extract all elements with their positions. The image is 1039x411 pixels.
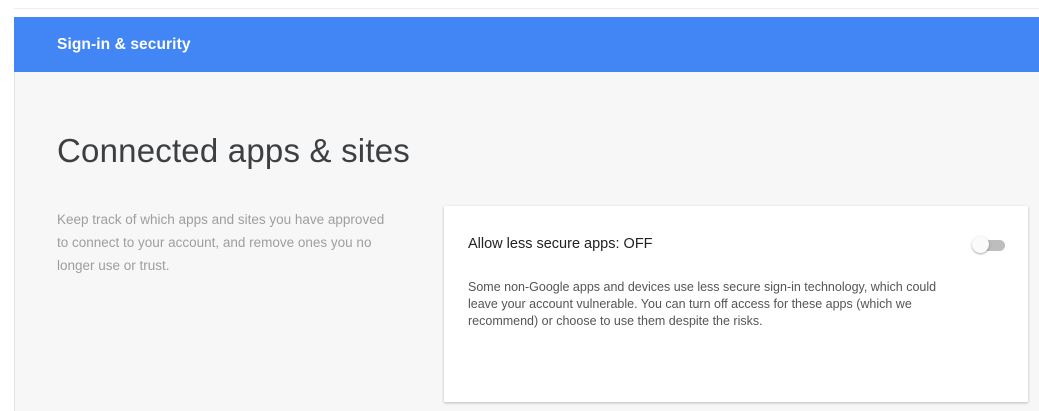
header-bar: Sign-in & security: [14, 17, 1039, 72]
main-content: Connected apps & sites Keep track of whi…: [14, 72, 1039, 411]
less-secure-apps-toggle[interactable]: [972, 236, 1006, 254]
less-secure-apps-card: Allow less secure apps: OFF Some non-Goo…: [444, 206, 1028, 402]
page: Sign-in & security Connected apps & site…: [0, 0, 1039, 411]
card-title: Allow less secure apps: OFF: [468, 236, 653, 252]
top-divider: [14, 8, 1039, 9]
section-description: Keep track of which apps and sites you h…: [57, 212, 385, 273]
toggle-switch-icon: [972, 236, 989, 253]
card-body-text: Some non-Google apps and devices use les…: [468, 280, 937, 328]
content-left-divider: [14, 72, 15, 411]
header-title: Sign-in & security: [57, 35, 191, 53]
section-title: Connected apps & sites: [57, 132, 410, 169]
